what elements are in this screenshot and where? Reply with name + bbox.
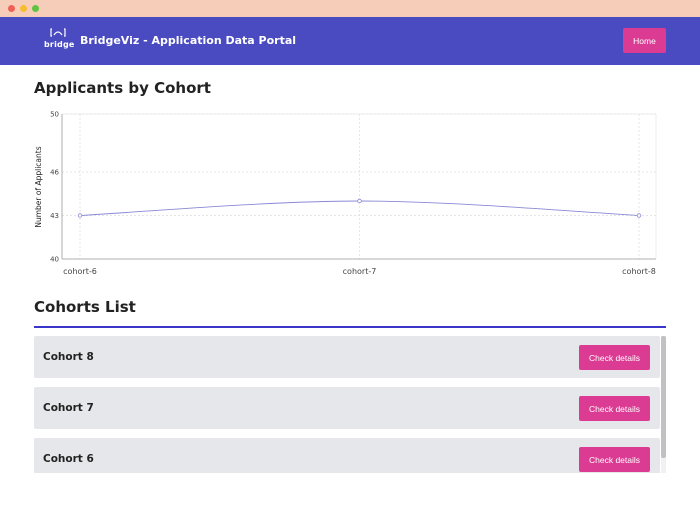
check-details-button[interactable]: Check details [579, 396, 650, 421]
app-title: BridgeViz - Application Data Portal [80, 34, 297, 47]
y-tick-labels: 40 43 46 50 [50, 111, 59, 264]
y-tick-label: 43 [50, 212, 59, 220]
home-button[interactable]: Home [623, 28, 666, 53]
data-point [357, 198, 362, 204]
section-divider [34, 326, 666, 328]
applicants-line-chart: 40 43 46 50 cohort-6 cohort-7 cohort-8 Number… [34, 111, 657, 276]
x-tick-label: cohort-8 [622, 267, 656, 276]
minimize-window-icon[interactable] [20, 5, 27, 12]
list-item-cohort-6: Cohort 6 Check details [34, 438, 660, 473]
chart-grid [62, 113, 656, 260]
y-tick-label: 50 [50, 111, 59, 119]
x-tick-label: cohort-7 [343, 267, 377, 276]
y-tick-label: 40 [50, 256, 59, 264]
window-titlebar [0, 0, 700, 17]
list-item-cohort-7: Cohort 7 Check details [34, 387, 660, 429]
maximize-window-icon[interactable] [32, 5, 39, 12]
data-point [77, 213, 83, 218]
cohort-list[interactable]: Cohort 8 Check details Cohort 7 Check de… [34, 336, 666, 473]
x-tick-label: cohort-6 [63, 267, 97, 276]
cohort-name: Cohort 7 [43, 402, 94, 414]
cohort-name: Cohort 6 [43, 453, 94, 465]
cohorts-section-title: Cohorts List [34, 298, 136, 316]
list-scrollbar-thumb[interactable] [661, 336, 666, 458]
check-details-button[interactable]: Check details [579, 345, 650, 370]
top-navbar: bridge BridgeViz - Application Data Port… [0, 17, 700, 65]
check-details-button[interactable]: Check details [579, 447, 650, 472]
data-point [636, 213, 642, 218]
list-item-cohort-8: Cohort 8 Check details [34, 336, 660, 378]
cohort-name: Cohort 8 [43, 351, 94, 363]
chart-axes [61, 113, 657, 260]
close-window-icon[interactable] [8, 5, 15, 12]
y-tick-label: 46 [50, 169, 59, 177]
y-axis-label: Number of Applicants [34, 146, 43, 227]
bridge-logo[interactable]: bridge [44, 28, 75, 56]
logo-text: bridge [44, 40, 75, 49]
x-tick-labels: cohort-6 cohort-7 cohort-8 [63, 267, 656, 276]
bridge-logo-icon [50, 28, 66, 37]
applicants-section-title: Applicants by Cohort [34, 79, 211, 97]
